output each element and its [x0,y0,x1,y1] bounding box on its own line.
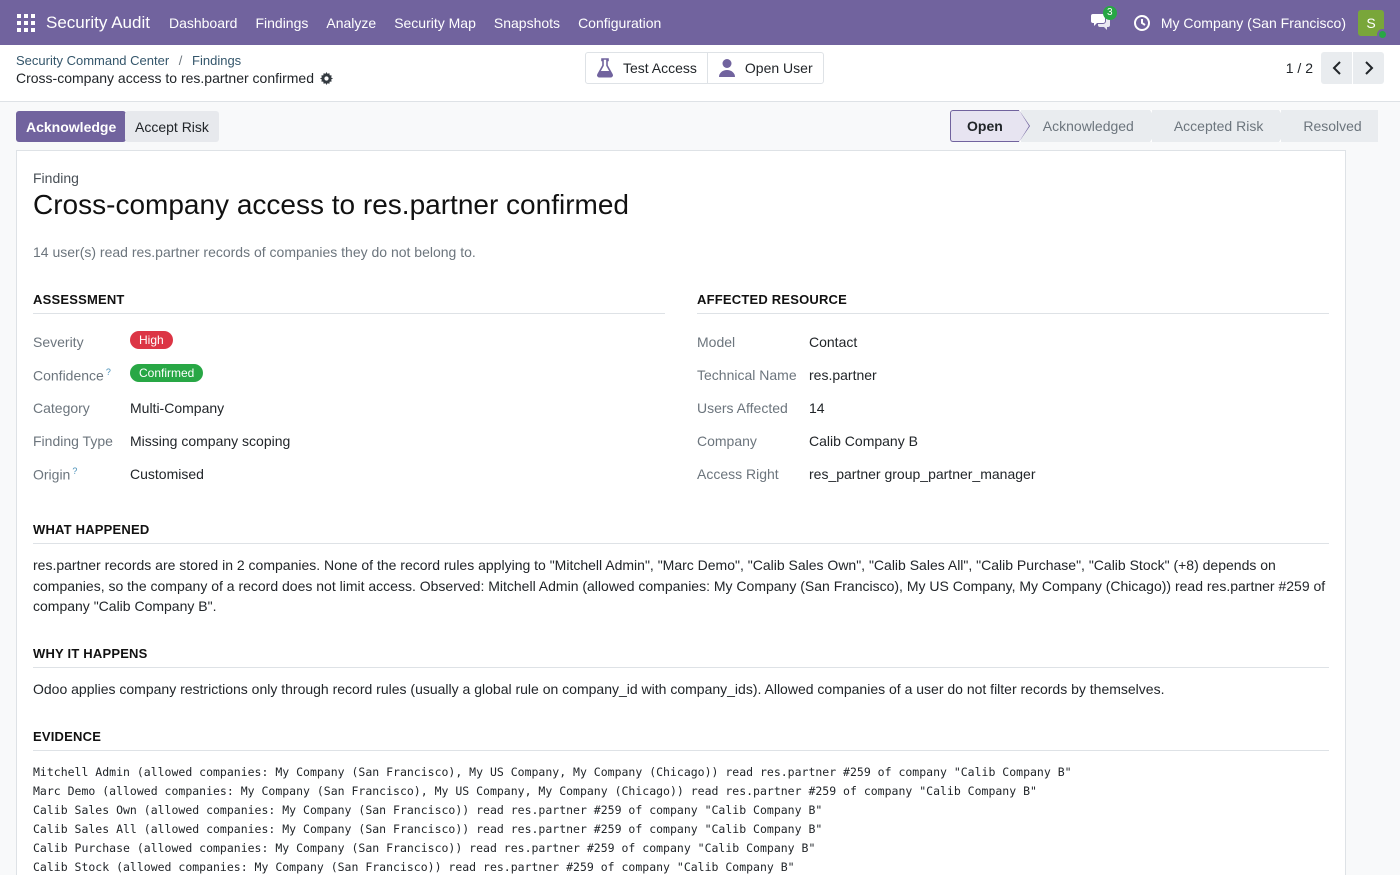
users-affected-label: Users Affected [697,400,788,416]
origin-value[interactable]: Customised [130,466,204,482]
activity-button[interactable] [1133,14,1151,32]
severity-badge[interactable]: High [130,331,173,349]
company-switcher[interactable]: My Company (San Francisco) [1161,15,1346,31]
severity-label: Severity [33,334,84,350]
menu-snapshots[interactable]: Snapshots [485,15,569,31]
form-statusbar: Acknowledge Accept Risk Open Acknowledge… [0,102,1400,150]
why-it-happens-heading: WHY IT HAPPENS [33,646,1329,668]
menu-configuration[interactable]: Configuration [569,15,670,31]
breadcrumb: Security Command Center / Findings [16,53,241,68]
user-icon [718,59,735,77]
why-it-happens-text[interactable]: Odoo applies company restrictions only t… [33,679,1329,700]
stage-open[interactable]: Open [950,110,1030,142]
control-panel: Security Command Center / Findings Cross… [0,45,1400,102]
evidence-line: Calib Stock (allowed companies: My Compa… [33,859,795,874]
apps-grid-icon[interactable] [17,13,35,32]
menu-security-map[interactable]: Security Map [385,15,485,31]
finding-type-value[interactable]: Missing company scoping [130,433,290,449]
breadcrumb-security-command-center[interactable]: Security Command Center [16,53,169,68]
category-value[interactable]: Multi-Company [130,400,224,416]
evidence-line: Calib Sales All (allowed companies: My C… [33,821,823,836]
main-menu: Dashboard Findings Analyze Security Map … [160,15,670,31]
evidence-line: Marc Demo (allowed companies: My Company… [33,783,1037,798]
what-happened-text[interactable]: res.partner records are stored in 2 comp… [33,555,1329,617]
assessment-heading: ASSESSMENT [33,292,665,314]
company-label: Company [697,433,757,449]
acknowledge-button[interactable]: Acknowledge [16,111,127,142]
menu-findings[interactable]: Findings [246,15,317,31]
what-happened-heading: WHAT HAPPENED [33,522,1329,544]
smart-buttons: Test Access Open User [585,52,824,84]
chat-count-badge: 3 [1102,5,1117,20]
pager-value[interactable]: 1 / 2 [1286,60,1313,76]
record-pager: 1 / 2 [1286,52,1384,84]
finding-type-label: Finding Type [33,433,113,449]
breadcrumb-separator: / [178,53,183,68]
finding-summary[interactable]: 14 user(s) read res.partner records of c… [33,244,476,260]
stage-acknowledged[interactable]: Acknowledged [1018,110,1160,142]
online-status-dot [1377,28,1388,40]
menu-dashboard[interactable]: Dashboard [160,15,247,31]
evidence-heading: EVIDENCE [33,729,1329,751]
pager-next-button[interactable] [1353,52,1384,84]
model-value[interactable]: Contact [809,334,857,350]
pager-previous-button[interactable] [1321,52,1352,84]
user-avatar[interactable]: S [1358,9,1388,40]
confidence-label: Confidence [33,367,104,384]
breadcrumb-findings[interactable]: Findings [192,53,241,68]
evidence-line: Calib Sales Own (allowed companies: My C… [33,802,823,817]
gear-icon[interactable] [320,71,333,85]
model-label: Model [697,334,736,350]
stage-accepted-risk[interactable]: Accepted Risk [1149,110,1290,142]
menu-analyze[interactable]: Analyze [317,15,385,31]
test-access-button[interactable]: Test Access [586,53,707,83]
chevron-left-icon [1332,61,1341,75]
stage-pipeline: Open Acknowledged Accepted Risk Resolved [950,110,1378,142]
accept-risk-button[interactable]: Accept Risk [125,111,219,142]
app-name[interactable]: Security Audit [46,13,150,33]
company-value[interactable]: Calib Company B [809,433,918,449]
users-affected-value[interactable]: 14 [809,400,825,416]
origin-label-wrap: Origin? [33,466,77,483]
finding-label: Finding [33,170,79,186]
access-right-label: Access Right [697,466,779,482]
evidence-line: Calib Purchase (allowed companies: My Co… [33,840,816,855]
navbar-systray: 3 My Company (San Francisco) S [1090,0,1400,45]
flask-icon [597,58,613,78]
access-right-value[interactable]: res_partner group_partner_manager [809,466,1035,482]
record-title-row: Cross-company access to res.partner conf… [16,70,333,86]
form-sheet: Finding Cross-company access to res.part… [16,150,1346,875]
avatar-letter: S [1366,14,1376,31]
category-label: Category [33,400,90,416]
top-navbar: Security Audit Dashboard Findings Analyz… [0,0,1400,45]
technical-name-value[interactable]: res.partner [809,367,877,383]
finding-title[interactable]: Cross-company access to res.partner conf… [33,189,629,221]
help-icon[interactable]: ? [106,367,111,377]
technical-name-label: Technical Name [697,367,797,383]
open-user-button[interactable]: Open User [706,53,823,83]
evidence-line: Mitchell Admin (allowed companies: My Co… [33,765,1072,779]
stage-resolved[interactable]: Resolved [1279,110,1378,142]
confidence-badge[interactable]: Confirmed [130,364,204,382]
chat-button[interactable]: 3 [1090,5,1117,34]
affected-resource-heading: AFFECTED RESOURCE [697,292,1329,314]
confidence-label-wrap: Confidence? [33,367,111,384]
chevron-right-icon [1364,61,1373,75]
clock-icon [1133,14,1150,31]
open-user-label: Open User [744,60,813,76]
evidence-block[interactable]: Mitchell Admin (allowed companies: My Co… [33,763,1072,875]
help-icon[interactable]: ? [72,466,77,476]
test-access-label: Test Access [623,60,697,76]
origin-label: Origin [33,466,71,483]
record-title: Cross-company access to res.partner conf… [16,70,314,86]
